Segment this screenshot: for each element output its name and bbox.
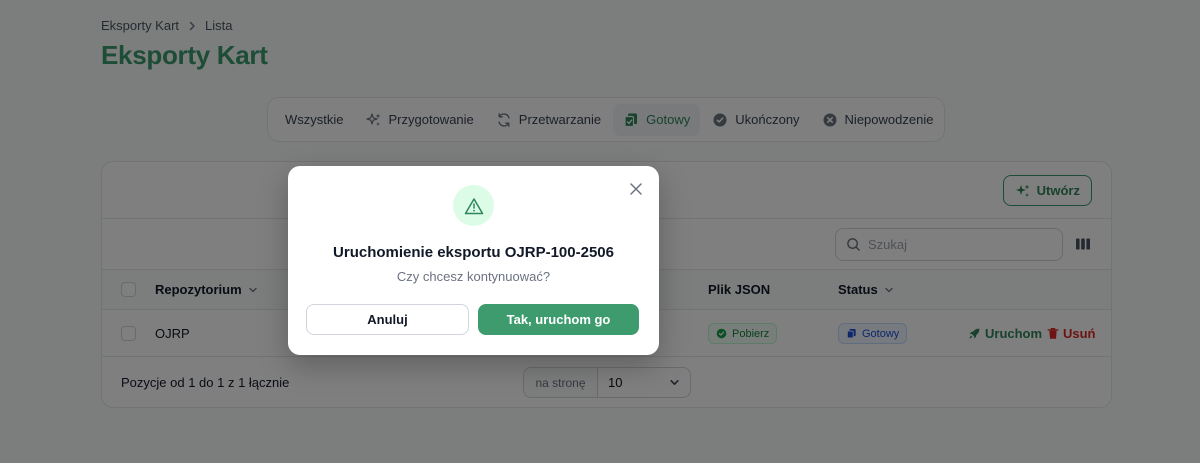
dialog-title: Uruchomienie eksportu OJRP-100-2506 [333, 244, 614, 261]
cancel-button[interactable]: Anuluj [306, 304, 469, 335]
dialog-subtitle: Czy chcesz kontynuować? [396, 269, 551, 284]
close-icon[interactable] [628, 181, 644, 197]
confirm-dialog: Uruchomienie eksportu OJRP-100-2506 Czy … [288, 166, 659, 355]
confirm-button[interactable]: Tak, uruchom go [478, 304, 639, 335]
warning-icon [464, 197, 483, 214]
warning-icon-container [453, 185, 494, 226]
